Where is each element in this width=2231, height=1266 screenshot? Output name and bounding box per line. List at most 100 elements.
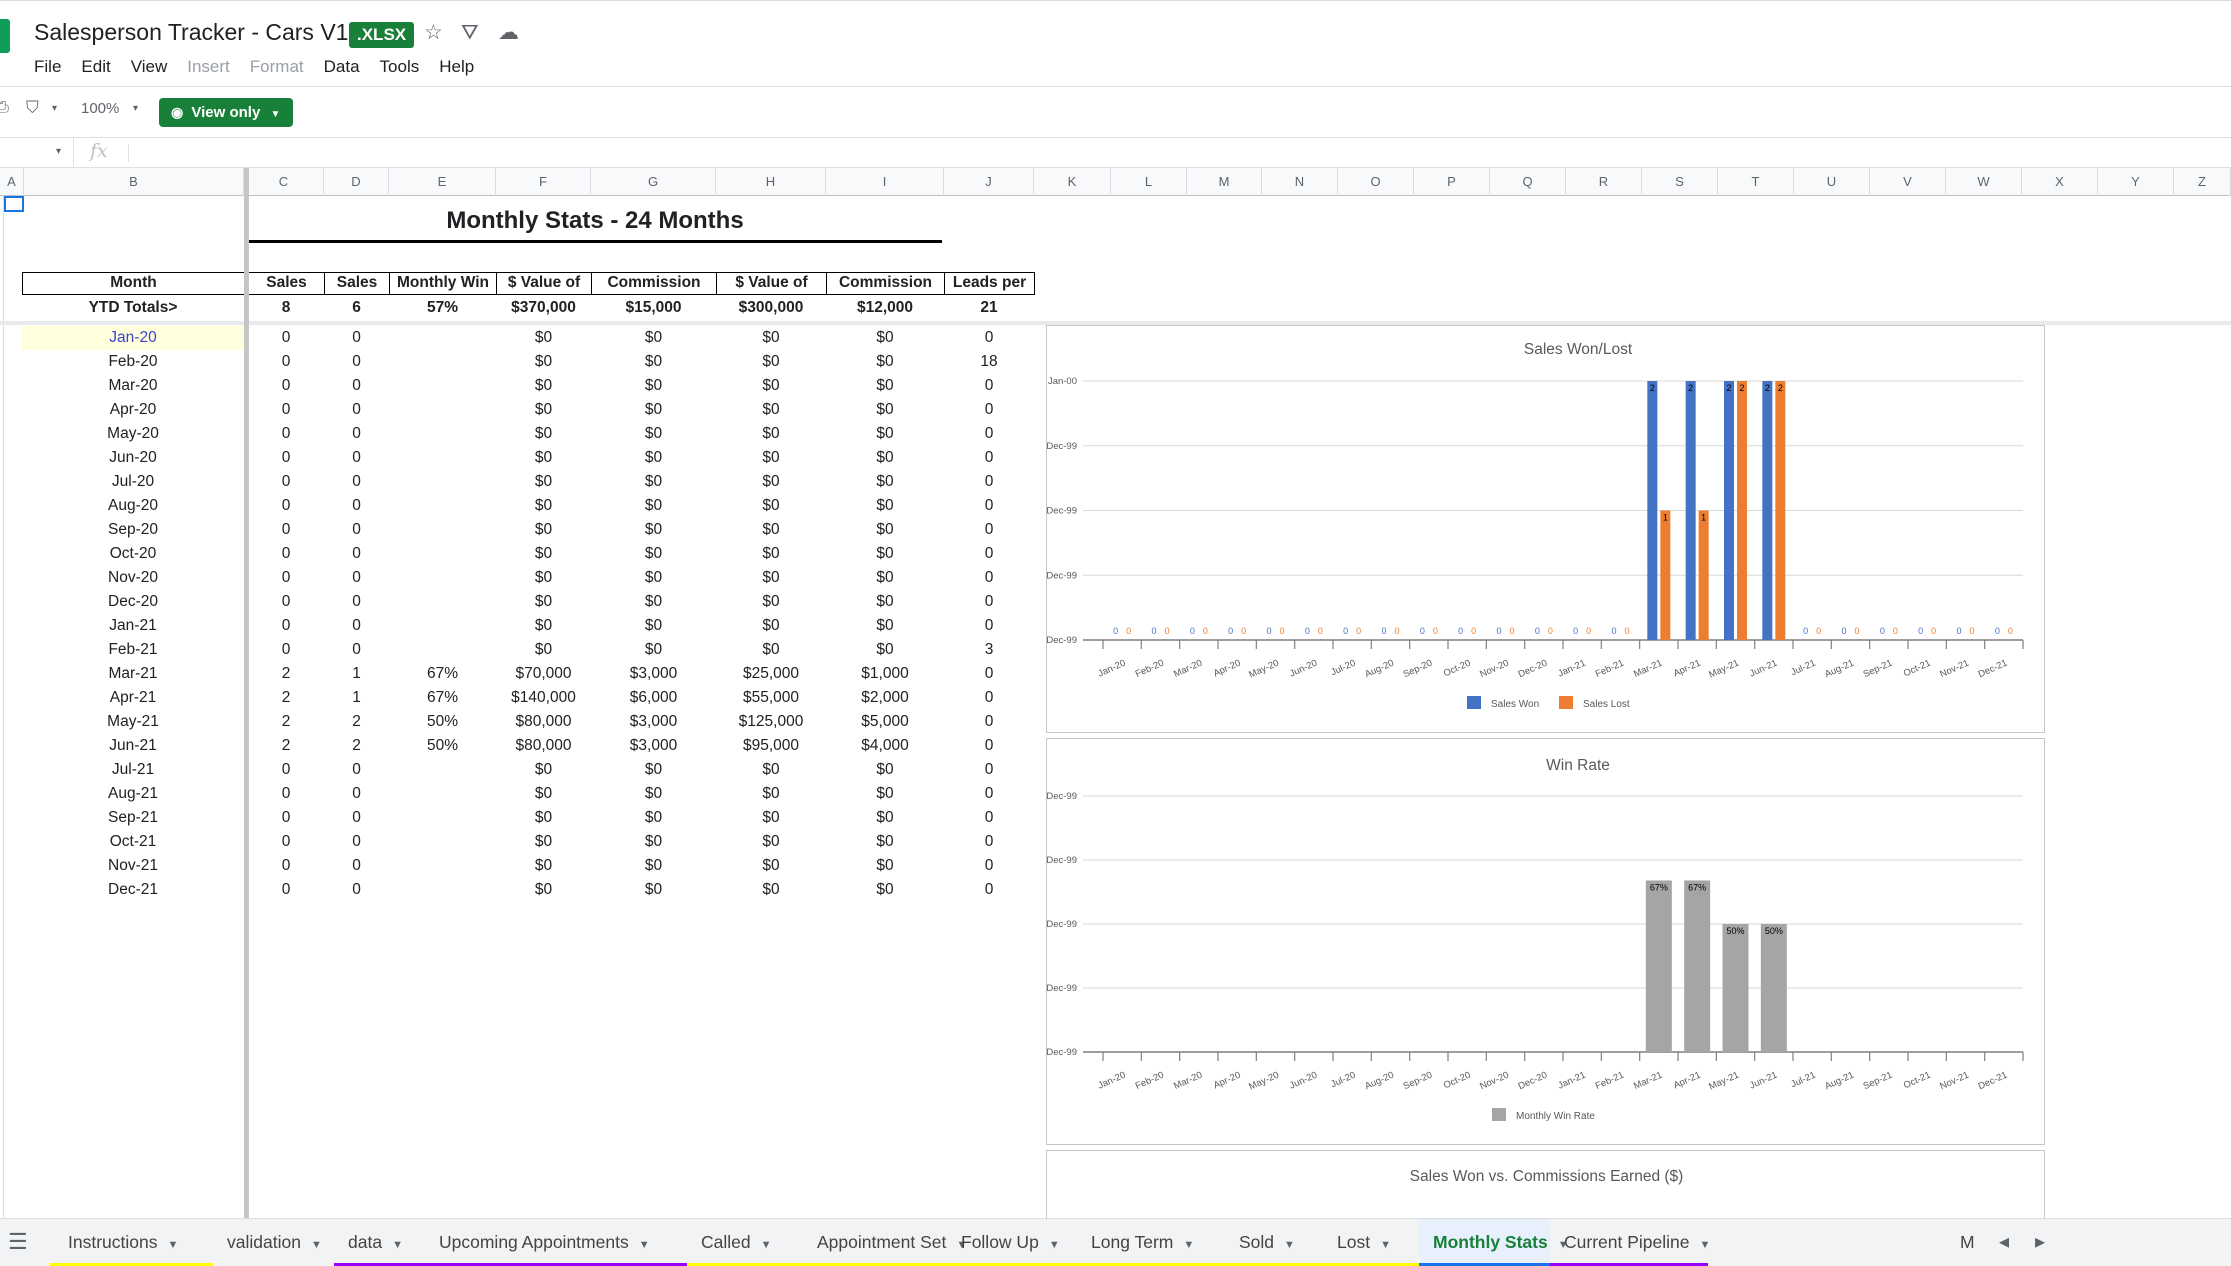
data-cell[interactable] xyxy=(389,326,496,350)
data-cell[interactable]: $55,000 xyxy=(716,686,826,710)
data-cell[interactable]: 67% xyxy=(389,686,496,710)
data-cell[interactable]: 0 xyxy=(324,494,389,518)
menu-insert[interactable]: Insert xyxy=(187,57,230,77)
data-cell[interactable]: 0 xyxy=(248,398,324,422)
name-box[interactable]: ▾ xyxy=(0,138,74,168)
data-cell[interactable]: $0 xyxy=(716,470,826,494)
data-cell[interactable] xyxy=(389,782,496,806)
data-cell[interactable]: 0 xyxy=(944,566,1034,590)
column-header-j[interactable]: J xyxy=(944,168,1034,196)
data-cell[interactable]: $0 xyxy=(826,446,944,470)
column-header-c[interactable]: C xyxy=(244,168,324,196)
data-cell[interactable] xyxy=(389,470,496,494)
data-cell[interactable]: $0 xyxy=(716,590,826,614)
data-cell[interactable]: $3,000 xyxy=(591,662,716,686)
data-cell[interactable]: $0 xyxy=(716,878,826,902)
data-cell[interactable]: $0 xyxy=(716,854,826,878)
chart-bar[interactable] xyxy=(1684,880,1711,1052)
chart-bar[interactable] xyxy=(1724,381,1734,640)
data-cell[interactable]: $3,000 xyxy=(591,734,716,758)
chevron-down-icon[interactable]: ▼ xyxy=(1049,1239,1060,1251)
data-cell[interactable]: $0 xyxy=(496,422,591,446)
data-cell[interactable]: 0 xyxy=(324,518,389,542)
column-header-x[interactable]: X xyxy=(2022,168,2098,196)
data-cell[interactable]: $5,000 xyxy=(826,710,944,734)
data-cell[interactable]: 0 xyxy=(248,542,324,566)
month-cell[interactable]: May-20 xyxy=(22,422,244,446)
data-cell[interactable]: $0 xyxy=(496,470,591,494)
tab-overflow[interactable]: M xyxy=(1960,1219,1975,1265)
all-sheets-menu-icon[interactable]: ☰ xyxy=(0,1219,50,1266)
column-header-r[interactable]: R xyxy=(1566,168,1642,196)
data-cell[interactable]: 2 xyxy=(248,662,324,686)
data-cell[interactable] xyxy=(389,350,496,374)
data-cell[interactable]: $0 xyxy=(716,350,826,374)
data-cell[interactable]: $0 xyxy=(496,566,591,590)
chevron-down-icon[interactable]: ▼ xyxy=(1183,1239,1194,1251)
data-cell[interactable]: $0 xyxy=(496,494,591,518)
data-cell[interactable]: $3,000 xyxy=(591,710,716,734)
data-cell[interactable]: $0 xyxy=(716,542,826,566)
data-cell[interactable]: 3 xyxy=(944,638,1034,662)
data-cell[interactable]: 0 xyxy=(944,782,1034,806)
sheet-tab-sold[interactable]: Sold ▼ xyxy=(1225,1219,1323,1266)
data-cell[interactable]: 0 xyxy=(324,542,389,566)
data-cell[interactable]: $0 xyxy=(716,566,826,590)
column-header-p[interactable]: P xyxy=(1414,168,1490,196)
data-cell[interactable] xyxy=(389,494,496,518)
data-cell[interactable] xyxy=(389,590,496,614)
data-cell[interactable]: $0 xyxy=(496,830,591,854)
sheet-tab-instructions[interactable]: Instructions ▼ xyxy=(50,1219,213,1266)
month-cell[interactable]: Jul-20 xyxy=(22,470,244,494)
data-cell[interactable]: $0 xyxy=(826,494,944,518)
data-cell[interactable]: 0 xyxy=(248,326,324,350)
move-to-drive-icon[interactable]: ⛛ xyxy=(461,21,479,45)
data-cell[interactable]: 0 xyxy=(944,662,1034,686)
data-cell[interactable]: 0 xyxy=(324,614,389,638)
data-cell[interactable]: 2 xyxy=(248,734,324,758)
chart-sales-won-lost[interactable]: Sales Won/Lost Jan-00 Dec-99 Dec-99 Dec-99 De… xyxy=(1046,325,2045,733)
month-cell[interactable]: Jan-21 xyxy=(22,614,244,638)
data-cell[interactable]: 0 xyxy=(248,758,324,782)
data-cell[interactable]: 0 xyxy=(944,758,1034,782)
data-cell[interactable]: $0 xyxy=(716,830,826,854)
data-cell[interactable]: $0 xyxy=(716,758,826,782)
sheet-tab-appointment-set[interactable]: Appointment Set ▼ xyxy=(803,1219,967,1266)
scroll-tabs-right-icon[interactable]: ▸ xyxy=(2035,1219,2045,1265)
data-cell[interactable]: $0 xyxy=(591,758,716,782)
column-header-w[interactable]: W xyxy=(1946,168,2022,196)
column-header-i[interactable]: I xyxy=(826,168,944,196)
chart-bar[interactable] xyxy=(1775,381,1786,640)
chevron-down-icon[interactable]: ▼ xyxy=(761,1239,772,1251)
chart-bar[interactable] xyxy=(1722,924,1749,1052)
chevron-down-icon[interactable]: ▼ xyxy=(1380,1239,1391,1251)
column-header-e[interactable]: E xyxy=(389,168,496,196)
data-cell[interactable]: 0 xyxy=(248,830,324,854)
data-cell[interactable]: $1,000 xyxy=(826,662,944,686)
data-cell[interactable]: $0 xyxy=(591,518,716,542)
data-cell[interactable]: $0 xyxy=(716,326,826,350)
data-cell[interactable]: 18 xyxy=(944,350,1034,374)
data-cell[interactable]: 1 xyxy=(324,686,389,710)
data-cell[interactable]: 0 xyxy=(248,638,324,662)
data-cell[interactable]: $0 xyxy=(496,590,591,614)
data-cell[interactable]: $0 xyxy=(496,782,591,806)
data-cell[interactable]: $80,000 xyxy=(496,710,591,734)
data-cell[interactable]: 0 xyxy=(248,854,324,878)
data-cell[interactable]: $0 xyxy=(591,422,716,446)
data-cell[interactable]: 2 xyxy=(324,734,389,758)
data-cell[interactable]: 0 xyxy=(248,446,324,470)
data-cell[interactable]: $0 xyxy=(591,614,716,638)
data-cell[interactable]: 0 xyxy=(944,470,1034,494)
data-cell[interactable]: 0 xyxy=(324,350,389,374)
sheets-logo-icon[interactable] xyxy=(0,19,10,53)
data-cell[interactable] xyxy=(389,854,496,878)
name-box-dropdown-icon[interactable]: ▾ xyxy=(56,146,61,157)
month-cell[interactable]: Oct-20 xyxy=(22,542,244,566)
chart-bar[interactable] xyxy=(1760,924,1787,1052)
data-cell[interactable]: 0 xyxy=(324,758,389,782)
data-cell[interactable]: $0 xyxy=(716,374,826,398)
data-cell[interactable]: $0 xyxy=(496,398,591,422)
sheet-tab-data[interactable]: data ▼ xyxy=(334,1219,425,1266)
data-cell[interactable]: 0 xyxy=(324,638,389,662)
